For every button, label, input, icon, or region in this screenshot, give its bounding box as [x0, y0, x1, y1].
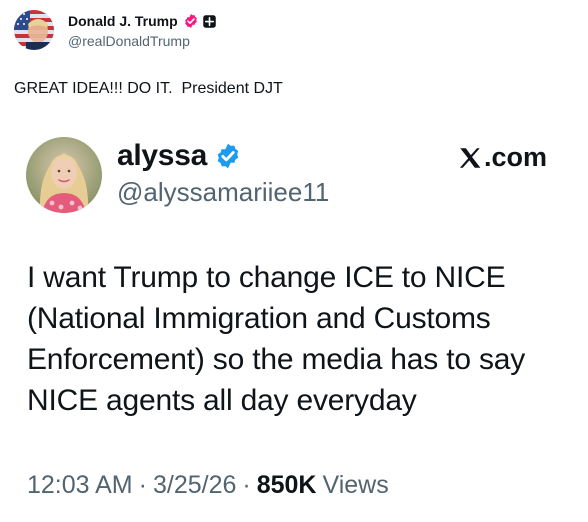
author-handle[interactable]: @realDonaldTrump	[68, 33, 217, 49]
site-watermark: .com	[457, 142, 547, 173]
quoted-author-avatar[interactable]	[26, 137, 102, 213]
post-text: GREAT IDEA!!! DO IT. President DJT	[14, 80, 283, 97]
x-logo-icon	[459, 147, 481, 168]
views-label: Views	[322, 471, 389, 499]
flag-portrait-avatar-icon	[14, 10, 54, 50]
quoted-author-name[interactable]: alyssa	[117, 139, 207, 173]
verified-badge-icon	[217, 143, 239, 169]
tweet-date[interactable]: 3/25/26	[153, 471, 236, 500]
tweet-time[interactable]: 12:03 AM	[27, 471, 133, 500]
separator-dot: ·	[138, 471, 147, 499]
affiliate-verified-badge-icon	[184, 14, 197, 28]
quoted-tweet-card[interactable]: alyssa @alyssamariiee11 .com I want Trum…	[0, 120, 588, 522]
views-count: 850K	[256, 471, 317, 499]
affiliate-plus-badge-icon	[202, 14, 216, 28]
portrait-avatar-icon	[26, 137, 102, 213]
quoted-author-handle[interactable]: @alyssamariiee11	[117, 177, 329, 208]
quoted-tweet-text: I want Trump to change ICE to NICE (Nati…	[27, 261, 526, 417]
separator-dot: ·	[242, 471, 251, 499]
author-name[interactable]: Donald J. Trump	[68, 13, 178, 29]
author-avatar[interactable]	[14, 10, 54, 50]
site-label: .com	[483, 142, 547, 172]
post-header: Donald J. Trump @realDonaldTrump	[14, 8, 217, 52]
quoted-tweet-meta: 12:03 AM · 3/25/26 · 850K Views	[27, 471, 389, 500]
